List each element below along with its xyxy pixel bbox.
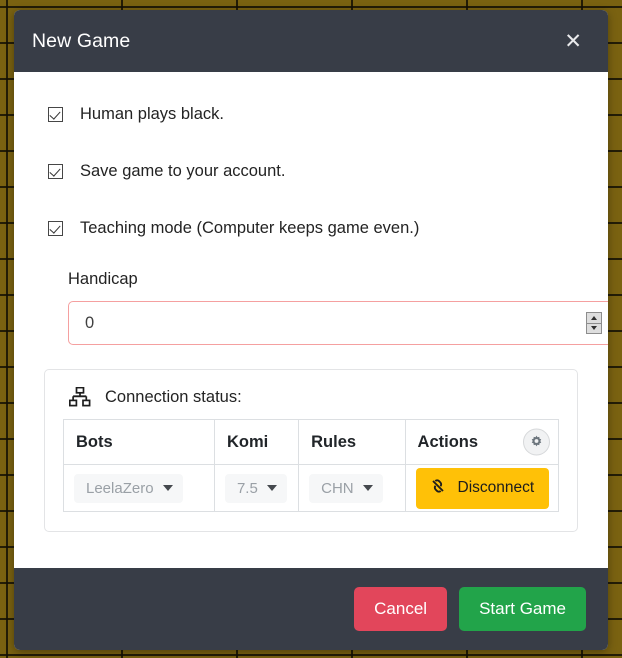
komi-select-value: 7.5 [236,479,258,497]
table-header-row: Bots Komi Rules Actions [63,419,560,465]
option-label: Human plays black. [80,104,224,123]
close-icon[interactable]: ✕ [558,27,588,56]
cancel-button[interactable]: Cancel [354,587,448,631]
option-label: Save game to your account. [80,161,286,180]
chevron-down-icon [162,485,173,491]
komi-select[interactable]: 7.5 [224,473,287,503]
connection-status-panel: Connection status: Bots Komi Rules Actio [44,369,578,532]
chevron-down-icon [362,485,373,491]
gear-icon[interactable] [523,428,550,456]
sitemap-icon [68,386,91,407]
column-header-actions: Actions [404,419,560,465]
new-game-modal: New Game ✕ Human plays black. Save game … [14,10,608,650]
column-header-actions-label: Actions [417,432,479,451]
column-header-rules: Rules [298,419,406,465]
rules-select-value: CHN [321,479,354,497]
connection-status-header: Connection status: [63,386,559,407]
handicap-label: Handicap [68,270,138,288]
disconnect-button-label: Disconnect [457,479,535,496]
stepper-down[interactable] [587,324,601,334]
checkbox-teaching-mode[interactable] [48,220,63,236]
page-title: New Game [32,29,131,52]
bot-select[interactable]: LeelaZero [74,473,183,503]
option-human-plays-black[interactable]: Human plays black. [48,94,578,134]
modal-body: Human plays black. Save game to your acc… [14,72,608,568]
bot-select-value: LeelaZero [86,479,154,497]
connection-status-label: Connection status: [105,387,242,406]
checkbox-human-plays-black[interactable] [48,106,63,122]
modal-footer: Cancel Start Game [14,568,608,650]
cell-actions: Disconnect [404,464,560,512]
column-header-bots: Bots [63,419,215,465]
option-label: Teaching mode (Computer keeps game even.… [80,218,420,237]
unlink-icon [429,477,447,500]
checkbox-save-game[interactable] [48,163,63,179]
handicap-input[interactable] [69,302,608,344]
connection-table: Bots Komi Rules Actions LeelaZero 7.5 CH… [63,419,560,512]
cell-bot: LeelaZero [63,464,215,512]
cell-rules: CHN [298,464,406,512]
handicap-field-group: Handicap [44,270,608,345]
column-header-komi: Komi [213,419,300,465]
table-row: LeelaZero 7.5 CHN Disconnect [63,464,560,512]
cell-komi: 7.5 [213,464,300,512]
start-game-button[interactable]: Start Game [459,587,586,631]
option-teaching-mode[interactable]: Teaching mode (Computer keeps game even.… [48,208,578,248]
stepper-up[interactable] [587,313,601,324]
rules-select[interactable]: CHN [309,473,383,503]
option-save-game[interactable]: Save game to your account. [48,151,578,191]
chevron-down-icon [266,485,277,491]
disconnect-button[interactable]: Disconnect [415,467,550,509]
handicap-stepper[interactable] [586,312,602,334]
modal-header: New Game ✕ [14,10,608,72]
handicap-input-wrapper[interactable] [68,301,608,345]
